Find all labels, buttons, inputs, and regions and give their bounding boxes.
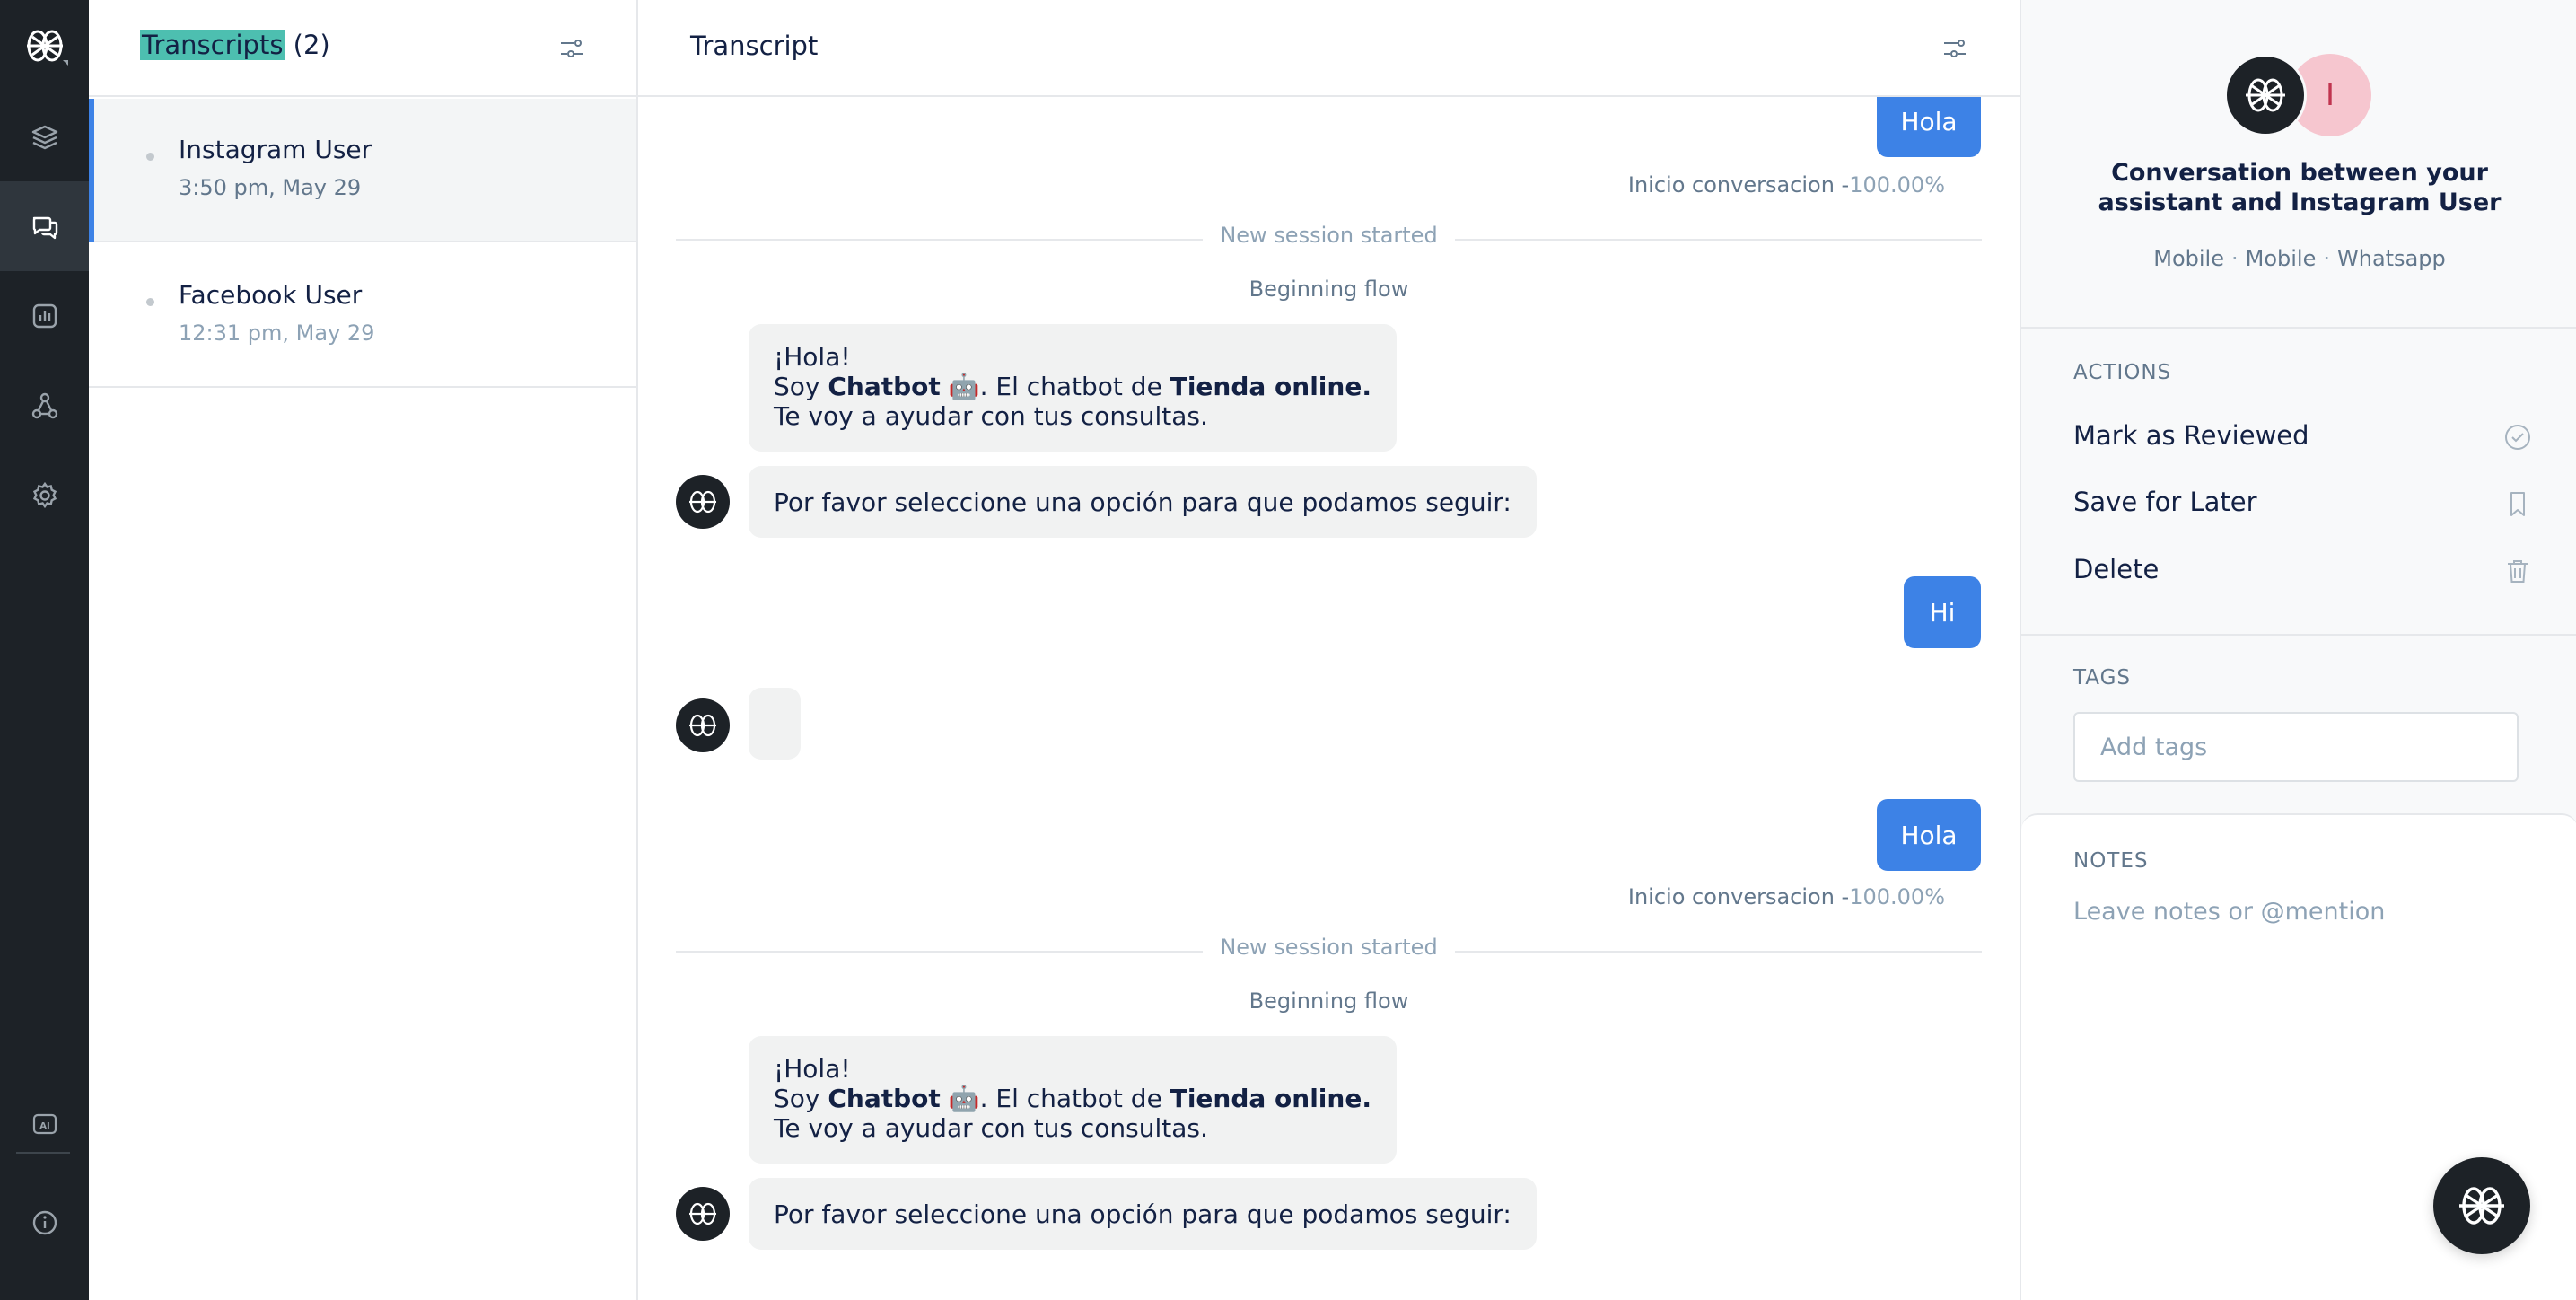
meta-channel: Whatsapp (2337, 246, 2446, 271)
tags-input[interactable]: Add tags (2073, 712, 2519, 782)
tags-label: TAGS (2073, 666, 2132, 690)
conversation-meta: Mobile · Mobile · Whatsapp (2057, 246, 2542, 271)
meta-label: Inicio conversacion - (1627, 172, 1850, 198)
session-divider: New session started (676, 223, 1982, 255)
list-title: Transcripts (2) (140, 30, 330, 60)
bookmark-icon (2510, 492, 2525, 516)
user-message: Hola (1877, 799, 1981, 871)
analytics-icon[interactable] (0, 271, 89, 361)
filter-icon[interactable] (554, 31, 590, 66)
filter-icon[interactable] (1937, 31, 1973, 66)
unread-dot (146, 153, 154, 161)
action-label: Mark as Reviewed (2073, 420, 2309, 451)
action-label: Save for Later (2073, 487, 2257, 517)
greet-text: . El chatbot de (979, 1084, 1170, 1113)
details-sidebar: I Conversation between your assistant an… (2020, 0, 2576, 1300)
meta-pct: 100.00% (1849, 172, 1945, 198)
chat-icon[interactable] (0, 181, 89, 271)
meta-pct: 100.00% (1849, 884, 1945, 909)
delete-button[interactable]: Delete (2073, 545, 2533, 599)
list-title-highlight: Transcripts (140, 30, 285, 60)
settings-icon[interactable] (0, 451, 89, 540)
list-header: Transcripts (2) (89, 0, 636, 97)
list-item-time: 12:31 pm, May 29 (179, 321, 375, 346)
list-item-time: 3:50 pm, May 29 (179, 175, 362, 200)
meta-sep: · (2230, 246, 2239, 271)
info-icon[interactable] (0, 1178, 89, 1268)
bot-avatar-icon (676, 475, 730, 529)
bot-message: Por favor seleccione una opción para que… (749, 466, 1537, 538)
bot-message-empty (749, 688, 801, 760)
conversation-title: Conversation between your assistant and … (2098, 159, 2502, 216)
chat-launcher-button[interactable] (2433, 1157, 2530, 1254)
list-item-name: Facebook User (179, 280, 363, 310)
robot-emoji: 🤖 (940, 372, 980, 401)
check-circle-icon (2505, 425, 2530, 450)
list-count: (2) (293, 30, 330, 60)
robot-emoji: 🤖 (940, 1084, 980, 1113)
actions-section: ACTIONS Mark as Reviewed Save for Later … (2021, 329, 2576, 636)
conversation-summary: I Conversation between your assistant an… (2021, 0, 2576, 329)
list-item[interactable]: Facebook User 12:31 pm, May 29 (89, 244, 636, 388)
avatar-pair: I (2224, 54, 2379, 136)
greet-line: Te voy a ayudar con tus consultas. (774, 401, 1208, 431)
user-message: Hi (1904, 576, 1981, 648)
unread-dot (146, 298, 154, 306)
greet-line: Te voy a ayudar con tus consultas. (774, 1113, 1208, 1143)
session-divider: New session started (676, 935, 1982, 967)
flow-label: Beginning flow (1249, 988, 1409, 1014)
greet-text: . El chatbot de (979, 372, 1170, 401)
bot-avatar-icon (676, 1187, 730, 1241)
greet-bold: Chatbot (828, 372, 941, 401)
bot-logo-icon (2459, 1187, 2504, 1225)
session-label: New session started (1220, 223, 1438, 248)
action-label: Delete (2073, 554, 2160, 584)
trash-icon (2508, 560, 2528, 583)
bot-message: ¡Hola! Soy Chatbot 🤖. El chatbot de Tien… (749, 324, 1397, 452)
list-item-name: Instagram User (179, 135, 372, 164)
svg-text:AI: AI (39, 1121, 49, 1131)
meta-device: Mobile (2153, 246, 2224, 271)
notes-input[interactable]: Leave notes or @mention (2073, 898, 2385, 926)
message-meta: Inicio conversacion -100.00% (1628, 884, 1945, 909)
app-root: AI Transcripts (2) Instagram User 3:50 p… (0, 0, 2576, 1300)
rail-divider (16, 1152, 70, 1154)
meta-sep: · (2323, 246, 2330, 271)
layers-icon[interactable] (0, 92, 89, 181)
transcript-list-panel: Transcripts (2) Instagram User 3:50 pm, … (89, 0, 638, 1300)
session-label: New session started (1220, 935, 1438, 960)
notes-label: NOTES (2073, 849, 2149, 873)
greet-line: Soy Chatbot 🤖. El chatbot de Tienda onli… (774, 1084, 1371, 1113)
greet-line: ¡Hola! (774, 342, 851, 372)
assistant-avatar-icon (2224, 54, 2307, 136)
transcript-title: Transcript (690, 31, 819, 61)
greet-line: Soy Chatbot 🤖. El chatbot de Tienda onli… (774, 372, 1371, 401)
flow-icon[interactable] (0, 361, 89, 451)
greet-bold: Tienda online. (1170, 1084, 1371, 1113)
actions-label: ACTIONS (2073, 361, 2172, 384)
ai-icon[interactable]: AI (0, 1079, 89, 1169)
meta-label: Inicio conversacion - (1627, 884, 1850, 909)
transcript-header: Transcript (638, 0, 2020, 97)
mark-reviewed-button[interactable]: Mark as Reviewed (2073, 411, 2533, 465)
meta-os: Mobile (2245, 246, 2317, 271)
transcript-panel: Transcript Hola Inicio conversacion -100… (638, 0, 2020, 1300)
bot-avatar-icon (676, 698, 730, 752)
greet-text: Soy (774, 372, 828, 401)
list-item[interactable]: Instagram User 3:50 pm, May 29 (89, 99, 636, 242)
greet-bold: Tienda online. (1170, 372, 1371, 401)
flow-label: Beginning flow (1249, 277, 1409, 302)
greet-text: Soy (774, 1084, 828, 1113)
greet-bold: Chatbot (828, 1084, 941, 1113)
message-meta: Inicio conversacion -100.00% (1628, 172, 1945, 198)
nav-rail: AI (0, 0, 89, 1300)
logo-icon[interactable] (0, 0, 89, 92)
save-later-button[interactable]: Save for Later (2073, 478, 2533, 531)
bot-message: ¡Hola! Soy Chatbot 🤖. El chatbot de Tien… (749, 1036, 1397, 1164)
greet-line: ¡Hola! (774, 1054, 851, 1084)
bot-message: Por favor seleccione una opción para que… (749, 1178, 1537, 1250)
